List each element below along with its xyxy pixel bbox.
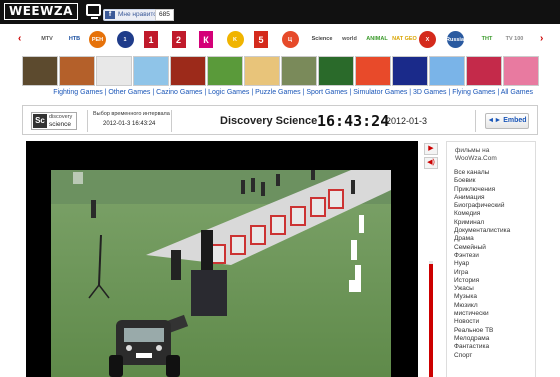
kultura-logo[interactable]: К — [199, 31, 213, 48]
genre-link[interactable]: Боевик — [454, 177, 510, 185]
embed-button[interactable]: ◄► Embed — [485, 113, 529, 129]
genre-link[interactable]: Ужасы — [454, 285, 510, 293]
genre-link[interactable]: Фэнтези — [454, 252, 510, 260]
divider — [171, 110, 172, 132]
ch5-logo[interactable]: 5 — [254, 31, 268, 48]
discovery-science-logo[interactable]: Science — [309, 29, 335, 49]
game-thumbnail[interactable] — [244, 56, 280, 86]
genre-link[interactable]: История — [454, 277, 510, 285]
genre-link[interactable]: Комедия — [454, 210, 510, 218]
video-frame[interactable] — [51, 170, 391, 377]
game-thumbnail[interactable] — [466, 56, 502, 86]
game-thumbnail[interactable] — [318, 56, 354, 86]
channel-strip: ‹ MTV НТВ РЕН 1 1 2 К K 5 Ц Science world ANIMAL NAT … — [0, 25, 560, 53]
x-logo[interactable]: X — [419, 31, 436, 48]
tv-icon — [86, 4, 101, 19]
genre-link[interactable]: Все каналы — [454, 169, 510, 177]
genre-link[interactable]: Биографический — [454, 202, 510, 210]
game-thumbnail[interactable] — [22, 56, 58, 86]
video-scene-image — [51, 170, 391, 377]
genre-link[interactable]: Семейный — [454, 244, 510, 252]
genre-link[interactable]: Новости — [454, 318, 510, 326]
game-thumbnail[interactable] — [392, 56, 428, 86]
speaker-icon: ◀) — [427, 159, 435, 166]
embed-label: Embed — [503, 117, 527, 124]
genre-link[interactable]: Игра — [454, 269, 510, 277]
game-thumbnail[interactable] — [503, 56, 539, 86]
genre-link[interactable]: Спорт — [454, 352, 510, 360]
genre-link[interactable]: Анимация — [454, 194, 510, 202]
game-thumbnail[interactable] — [170, 56, 206, 86]
divider — [87, 110, 88, 132]
game-thumbnail[interactable] — [355, 56, 391, 86]
volume-slider[interactable] — [429, 261, 433, 377]
sc-logo-brand-top: discovery — [49, 114, 73, 120]
site-logo[interactable]: WEEWZA — [4, 3, 78, 20]
genre-link[interactable]: Документалистика — [454, 227, 510, 235]
time-interval-label: Выбор временного интервала — [93, 111, 170, 117]
movies-sidebar: фильмы на WooWza.Com Все каналы Боевик При… — [446, 141, 536, 377]
video-player[interactable] — [26, 141, 418, 377]
game-thumbnail[interactable] — [96, 56, 132, 86]
genre-link[interactable]: Приключения — [454, 186, 510, 194]
game-thumbnail[interactable] — [133, 56, 169, 86]
ch2-logo[interactable]: 2 — [171, 31, 186, 48]
channel-info-bar: Sc discovery science Выбор временного ин… — [22, 105, 538, 135]
genre-link[interactable]: Нуар — [454, 260, 510, 268]
globe-logo[interactable]: Russia — [446, 31, 464, 48]
genre-link[interactable]: Криминал — [454, 219, 510, 227]
player-controls: ▶ ◀) — [424, 141, 438, 377]
genre-link[interactable]: Реальное ТВ — [454, 327, 510, 335]
tsentr-logo[interactable]: Ц — [281, 31, 299, 48]
channel-name: Discovery Science — [220, 115, 318, 127]
ch1-logo[interactable]: 1 — [144, 31, 158, 48]
channels-prev-arrow-icon[interactable]: ‹ — [18, 33, 21, 44]
mtv-logo[interactable]: MTV — [34, 29, 60, 49]
play-icon: ▶ — [428, 145, 434, 152]
genre-link[interactable]: мистически — [454, 310, 510, 318]
game-categories-links[interactable]: Fighting Games | Other Games | Cazino Ga… — [0, 89, 560, 96]
ren-logo[interactable]: РЕН — [89, 31, 106, 48]
discovery-science-logo: Sc discovery science — [31, 112, 77, 130]
genre-link[interactable]: Мелодрама — [454, 335, 510, 343]
time-interval-picker[interactable]: 2012-01-3 16:43:24 — [103, 121, 155, 127]
channels-next-arrow-icon[interactable]: › — [540, 33, 543, 44]
genre-link[interactable]: Мюзикл — [454, 302, 510, 310]
game-thumbnail[interactable] — [281, 56, 317, 86]
game-thumbnail[interactable] — [59, 56, 95, 86]
world-logo[interactable]: world — [337, 29, 363, 49]
sc-logo-brand-bottom: science — [49, 121, 72, 128]
ntv-logo[interactable]: НТВ — [62, 29, 88, 49]
genre-link[interactable]: Драма — [454, 235, 510, 243]
perviy-logo[interactable]: 1 — [116, 31, 134, 48]
genre-list: Все каналы Боевик Приключения Анимация Биогр… — [454, 169, 510, 360]
genre-link[interactable]: Фантастика — [454, 343, 510, 351]
game-thumbnail[interactable] — [429, 56, 465, 86]
tnt-logo[interactable]: ТНТ — [474, 29, 500, 49]
top-bar: WEEWZA f Мне нравится 685 — [0, 0, 560, 24]
facebook-icon: f — [105, 11, 115, 19]
current-time: 16:43:24 — [317, 112, 390, 130]
tv1000-logo[interactable]: TV 100 — [502, 29, 528, 49]
sidebar-title: фильмы на WooWza.Com — [455, 147, 497, 162]
current-date: 2012-01-3 — [386, 116, 428, 126]
play-button[interactable]: ▶ — [424, 143, 438, 155]
game-thumbnail[interactable] — [207, 56, 243, 86]
mute-button[interactable]: ◀) — [424, 157, 438, 169]
green-logo[interactable]: ANIMAL — [364, 29, 390, 49]
natgeo-logo[interactable]: NAT GEO — [392, 29, 418, 49]
sc-logo-mark: Sc — [33, 114, 47, 128]
facebook-like-label: Мне нравится — [118, 11, 161, 18]
embed-icon: ◄► — [487, 117, 504, 124]
karusel-logo[interactable]: K — [226, 31, 244, 48]
facebook-like-count: 685 — [155, 9, 174, 21]
games-thumbnail-row — [22, 56, 540, 86]
volume-slider-fill — [429, 264, 433, 377]
genre-link[interactable]: Музыка — [454, 293, 510, 301]
divider — [475, 110, 476, 132]
